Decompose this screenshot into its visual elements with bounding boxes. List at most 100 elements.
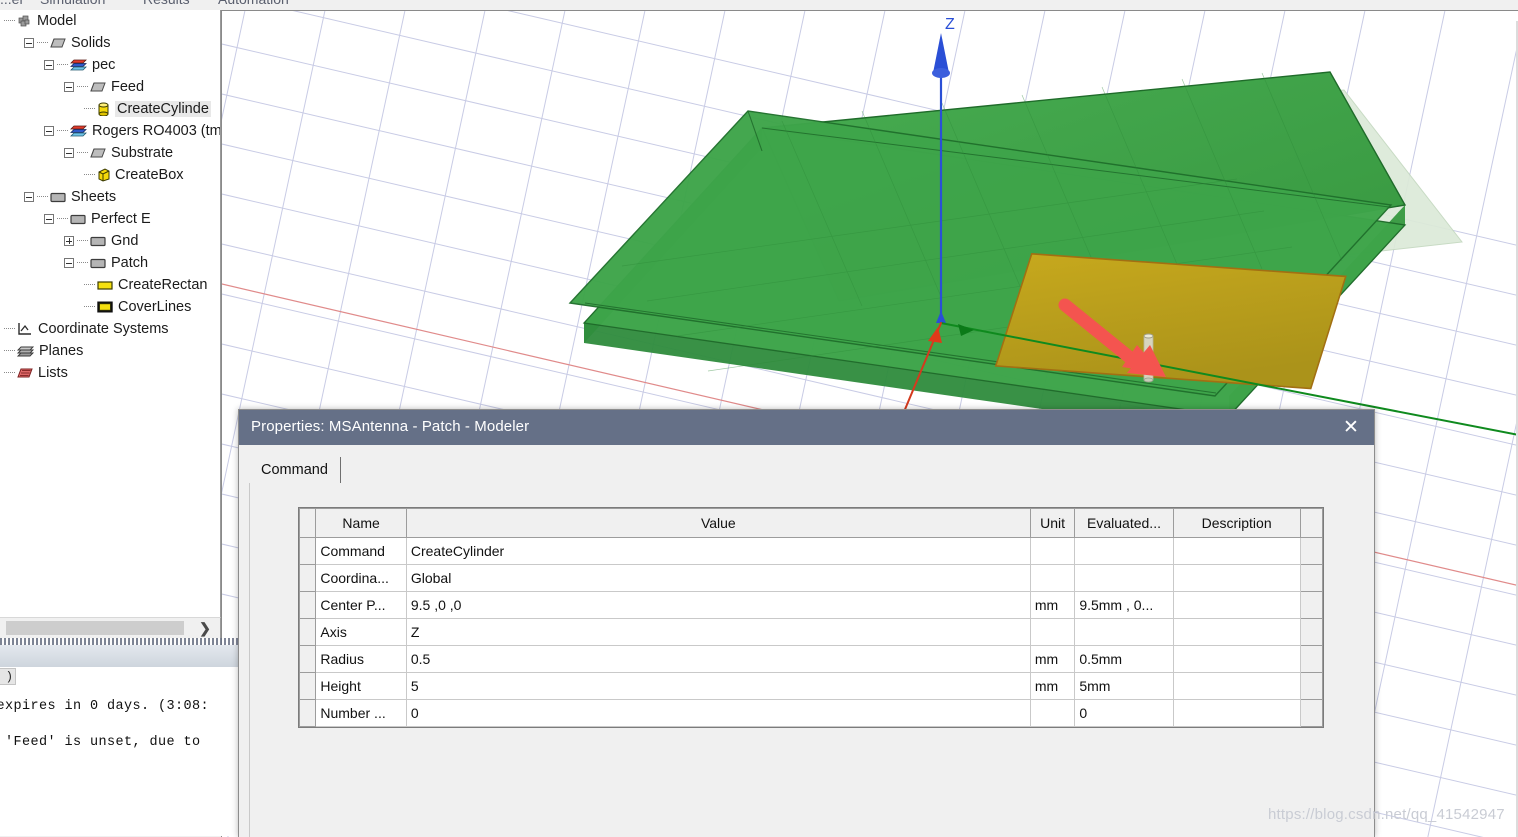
property-value-cell[interactable]: Z — [405, 618, 1031, 646]
property-value-cell[interactable]: 0 — [405, 699, 1031, 727]
property-evaluated-cell[interactable] — [1074, 618, 1174, 646]
column-header-unit[interactable]: Unit — [1029, 508, 1076, 538]
column-header-evaluated[interactable]: Evaluated... — [1074, 508, 1174, 538]
row-selector-cell[interactable] — [298, 672, 317, 700]
property-evaluated-cell[interactable] — [1074, 564, 1174, 592]
property-evaluated-cell[interactable] — [1074, 537, 1174, 565]
property-evaluated-cell[interactable]: 0.5mm — [1074, 645, 1174, 673]
tree-item-pec[interactable]: pec — [0, 54, 220, 76]
property-description-cell[interactable] — [1172, 537, 1301, 565]
property-value-cell[interactable]: 5 — [405, 672, 1031, 700]
tree-item-lists[interactable]: Lists — [0, 362, 220, 384]
table-row[interactable]: Radius 0.5 mm 0.5mm — [298, 645, 1324, 673]
tree-item-label: CreateRectan — [118, 277, 208, 294]
property-value-cell[interactable]: 9.5 ,0 ,0 — [405, 591, 1031, 619]
tree-item-model[interactable]: Model — [0, 10, 220, 32]
tree-item-planes[interactable]: Planes — [0, 340, 220, 362]
dialog-title-bar[interactable]: Properties: MSAntenna - Patch - Modeler … — [239, 410, 1374, 445]
scroll-right-arrow-icon[interactable]: ❯ — [197, 620, 213, 636]
property-description-cell[interactable] — [1172, 672, 1301, 700]
tree-item-createcylinde[interactable]: CreateCylinde — [0, 98, 220, 120]
property-evaluated-cell[interactable]: 0 — [1074, 699, 1174, 727]
table-row[interactable]: Height 5 mm 5mm — [298, 672, 1324, 700]
property-value-cell[interactable]: 0.5 — [405, 645, 1031, 673]
project-tree-panel[interactable]: Model Solids pec Feed CreateCylinde Roge… — [0, 10, 221, 617]
row-selector-cell[interactable] — [298, 591, 317, 619]
column-header-name[interactable]: Name — [315, 508, 407, 538]
property-name-cell[interactable]: Command — [315, 537, 407, 565]
row-selector-cell[interactable] — [298, 645, 317, 673]
property-name-cell[interactable]: Center P... — [315, 591, 407, 619]
tree-item-coverlines[interactable]: CoverLines — [0, 296, 220, 318]
property-value-cell[interactable]: CreateCylinder — [405, 537, 1031, 565]
tree-item-sheets[interactable]: Sheets — [0, 186, 220, 208]
properties-grid[interactable]: Name Value Unit Evaluated... Description… — [298, 507, 1324, 728]
tree-item-solids[interactable]: Solids — [0, 32, 220, 54]
tree-item-patch[interactable]: Patch — [0, 252, 220, 274]
collapse-icon[interactable] — [44, 60, 54, 71]
property-unit-cell[interactable] — [1029, 537, 1076, 565]
property-description-cell[interactable] — [1172, 564, 1301, 592]
property-unit-cell[interactable] — [1029, 618, 1076, 646]
property-evaluated-cell[interactable]: 5mm — [1074, 672, 1174, 700]
property-name-cell[interactable]: Radius — [315, 645, 407, 673]
row-selector-cell[interactable] — [298, 564, 317, 592]
property-unit-cell[interactable] — [1029, 564, 1076, 592]
tree-item-substrate[interactable]: Substrate — [0, 142, 220, 164]
row-selector-cell[interactable] — [298, 699, 317, 727]
ribbon-tab-results[interactable]: Results — [143, 0, 190, 7]
collapse-icon[interactable] — [24, 38, 34, 49]
ribbon-tab-automation[interactable]: Automation — [218, 0, 289, 7]
tree-item-feed[interactable]: Feed — [0, 76, 220, 98]
property-value-cell[interactable]: Global — [405, 564, 1031, 592]
axes-icon — [17, 322, 33, 336]
row-selector-cell[interactable] — [298, 618, 317, 646]
property-unit-cell[interactable]: mm — [1029, 591, 1076, 619]
property-name-cell[interactable]: Height — [315, 672, 407, 700]
tab-command[interactable]: Command — [249, 457, 341, 483]
table-row[interactable]: Coordina... Global — [298, 564, 1324, 592]
property-name-cell[interactable]: Axis — [315, 618, 407, 646]
message-tab-stub[interactable]: ) — [0, 668, 16, 685]
column-header-value[interactable]: Value — [405, 508, 1031, 538]
property-description-cell[interactable] — [1172, 699, 1301, 727]
property-description-cell[interactable] — [1172, 591, 1301, 619]
expand-icon[interactable] — [64, 236, 74, 247]
collapse-icon[interactable] — [64, 82, 74, 93]
column-header-description[interactable]: Description — [1172, 508, 1301, 538]
ribbon-tab-er[interactable]: ...er — [0, 0, 24, 7]
property-unit-cell[interactable] — [1029, 699, 1076, 727]
collapse-icon[interactable] — [44, 126, 54, 137]
property-unit-cell[interactable]: mm — [1029, 645, 1076, 673]
collapse-icon[interactable] — [64, 258, 74, 269]
property-description-cell[interactable] — [1172, 645, 1301, 673]
collapse-icon[interactable] — [24, 192, 34, 203]
close-icon[interactable]: ✕ — [1328, 410, 1374, 445]
tree-item-createrectan[interactable]: CreateRectan — [0, 274, 220, 296]
tree-item-label: Feed — [111, 79, 145, 96]
collapse-icon[interactable] — [64, 148, 74, 159]
collapse-icon[interactable] — [44, 214, 54, 225]
table-row[interactable]: Command CreateCylinder — [298, 537, 1324, 565]
tree-item-coordinate-systems[interactable]: Coordinate Systems — [0, 318, 220, 340]
table-row[interactable]: Center P... 9.5 ,0 ,0 mm 9.5mm , 0... — [298, 591, 1324, 619]
scrollbar-thumb[interactable] — [6, 621, 184, 635]
property-name-cell[interactable]: Number ... — [315, 699, 407, 727]
tree-item-rogers-ro4003-tm[interactable]: Rogers RO4003 (tm — [0, 120, 220, 142]
properties-dialog[interactable]: Properties: MSAntenna - Patch - Modeler … — [238, 409, 1375, 837]
property-unit-cell[interactable]: mm — [1029, 672, 1076, 700]
property-name-cell[interactable]: Coordina... — [315, 564, 407, 592]
table-row[interactable]: Number ... 0 0 — [298, 699, 1324, 727]
panel-splitter[interactable] — [0, 638, 238, 645]
table-row[interactable]: Axis Z — [298, 618, 1324, 646]
tree-item-createbox[interactable]: CreateBox — [0, 164, 220, 186]
ribbon-tab-simulation[interactable]: Simulation — [40, 0, 105, 7]
message-window[interactable]: ) ktop expires in 0 days. (3:08: oject '… — [0, 667, 238, 836]
row-selector-cell[interactable] — [298, 537, 317, 565]
tree-item-perfect-e[interactable]: Perfect E — [0, 208, 220, 230]
tree-item-gnd[interactable]: Gnd — [0, 230, 220, 252]
project-tree-horizontal-scrollbar[interactable]: ❯ — [0, 617, 221, 638]
property-description-cell[interactable] — [1172, 618, 1301, 646]
property-evaluated-cell[interactable]: 9.5mm , 0... — [1074, 591, 1174, 619]
tree-item-label: Gnd — [111, 233, 139, 250]
